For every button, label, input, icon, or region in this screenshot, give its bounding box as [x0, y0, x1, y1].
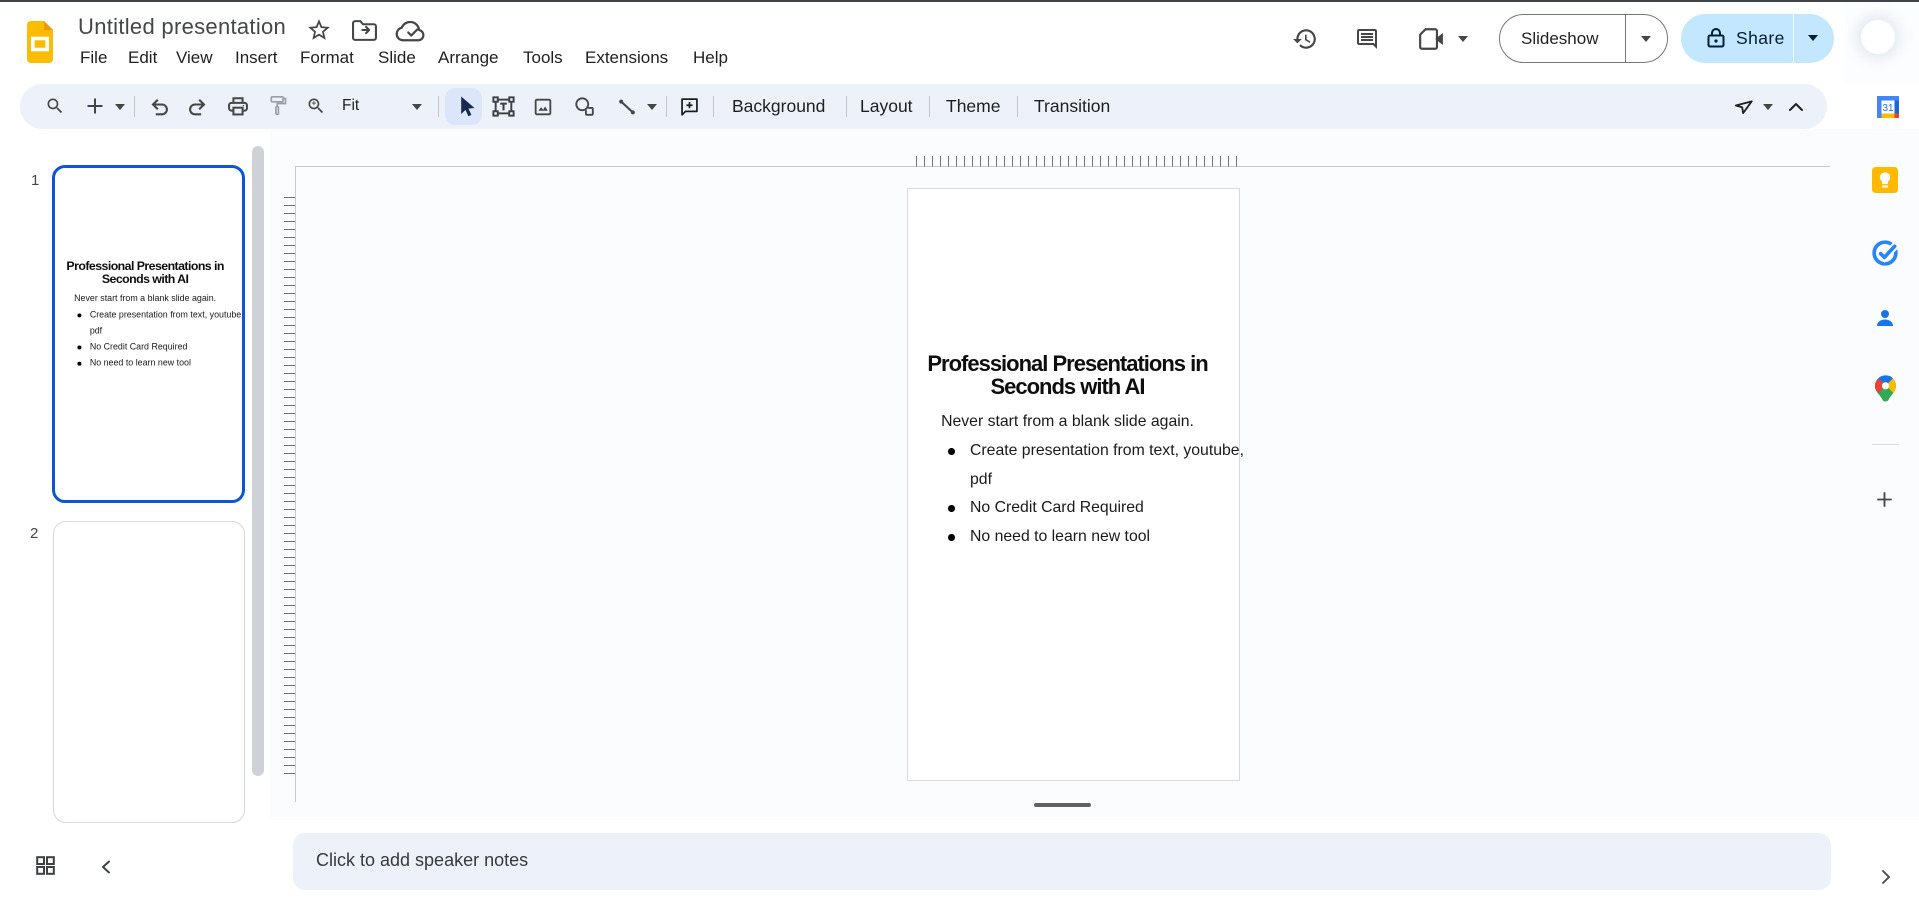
svg-text:31: 31 — [1882, 103, 1894, 114]
